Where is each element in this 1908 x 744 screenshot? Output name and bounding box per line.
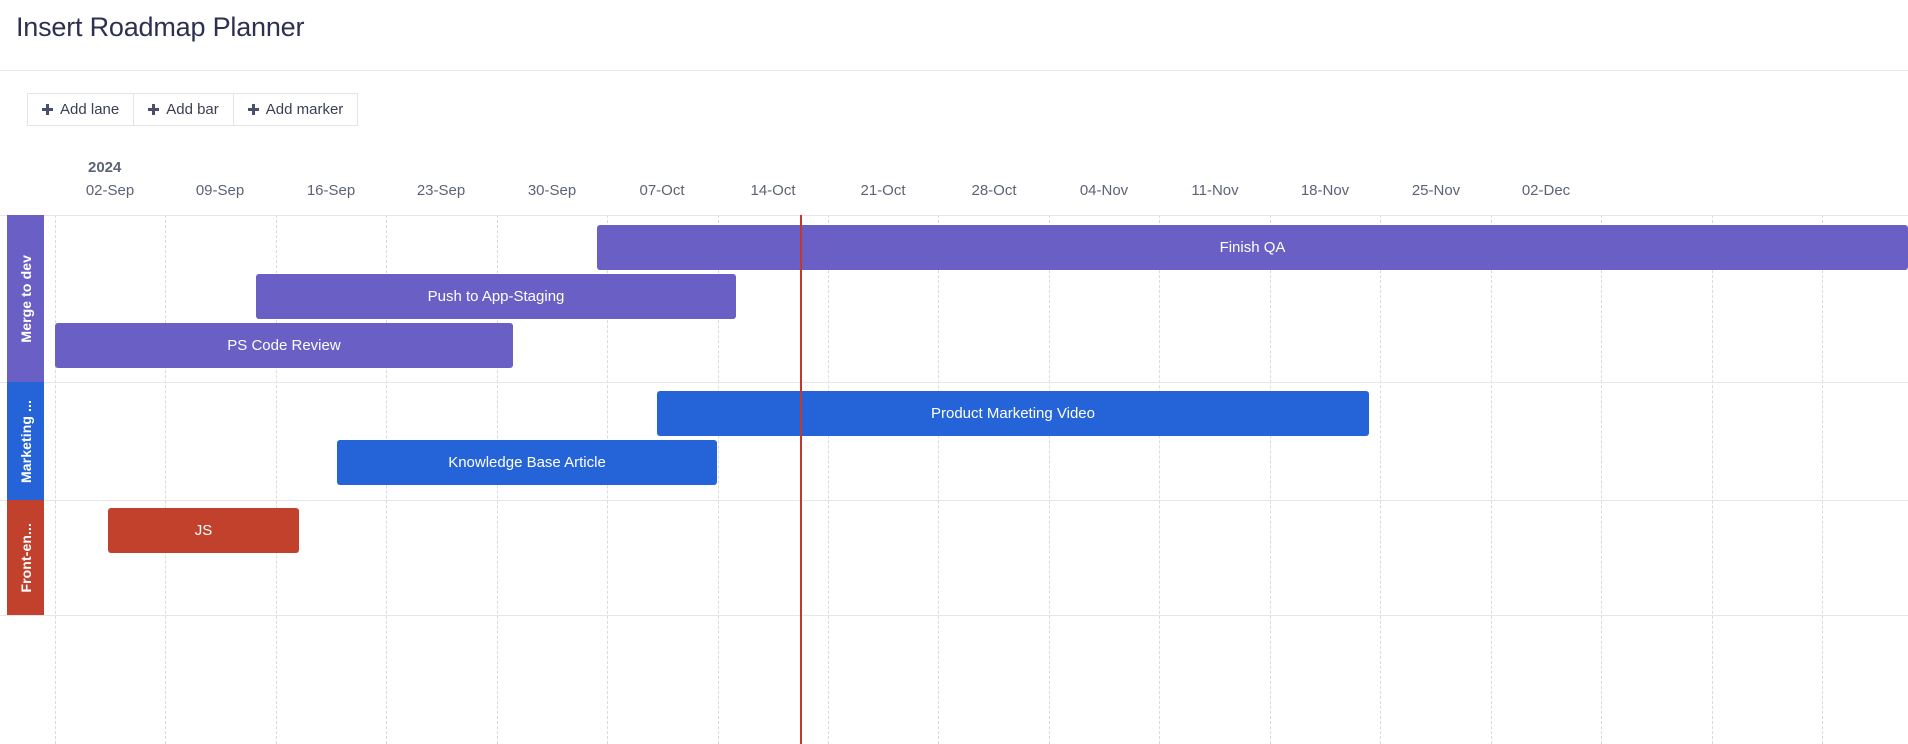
roadmap-chart: Merge to dev Marketing ... Front-en... Fin… <box>0 215 1908 744</box>
timeline-tick-label: 09-Sep <box>195 182 245 199</box>
timeline-tick-label: 28-Oct <box>971 182 1017 199</box>
timeline-tick-label: 11-Nov <box>1191 182 1239 199</box>
add-lane-label: Add lane <box>60 101 120 118</box>
plus-icon <box>148 104 160 115</box>
plus-icon <box>42 104 53 115</box>
timeline-year-label: 2024 <box>88 159 122 176</box>
page-title: Insert Roadmap Planner <box>16 12 305 42</box>
toolbar: Add lane Add bar Add marker <box>27 93 359 126</box>
timeline-tick-label: 23-Sep <box>416 182 466 199</box>
timeline-tick-label: 07-Oct <box>639 182 685 199</box>
timeline-tick-label: 18-Nov <box>1300 182 1350 199</box>
timeline-tick-label: 30-Sep <box>527 182 577 199</box>
page-header: Insert Roadmap Planner <box>0 0 1908 71</box>
timeline-tick-label: 14-Oct <box>750 182 796 199</box>
plus-icon <box>247 104 259 115</box>
today-marker-line[interactable] <box>800 215 802 744</box>
add-lane-button[interactable]: Add lane <box>27 93 134 126</box>
roadmap-planner-app: Insert Roadmap Planner Add lane Add bar … <box>0 0 1908 744</box>
timeline-tick-label: 21-Oct <box>860 182 906 199</box>
timeline-header: 2024 02-Sep 09-Sep 16-Sep 23-Sep 30-Sep 07-Oc… <box>0 155 1908 215</box>
timeline-tick-label: 04-Nov <box>1079 182 1129 199</box>
add-marker-button[interactable]: Add marker <box>232 93 359 126</box>
timeline-tick-label: 16-Sep <box>306 182 356 199</box>
add-bar-label: Add bar <box>166 101 219 118</box>
timeline-tick-label: 02-Sep <box>85 182 135 199</box>
timeline-tick-label: 25-Nov <box>1411 182 1461 199</box>
chart-markers <box>0 215 1908 744</box>
add-marker-label: Add marker <box>265 101 344 118</box>
timeline-tick-label: 02-Dec <box>1521 182 1571 199</box>
add-bar-button[interactable]: Add bar <box>133 93 233 126</box>
